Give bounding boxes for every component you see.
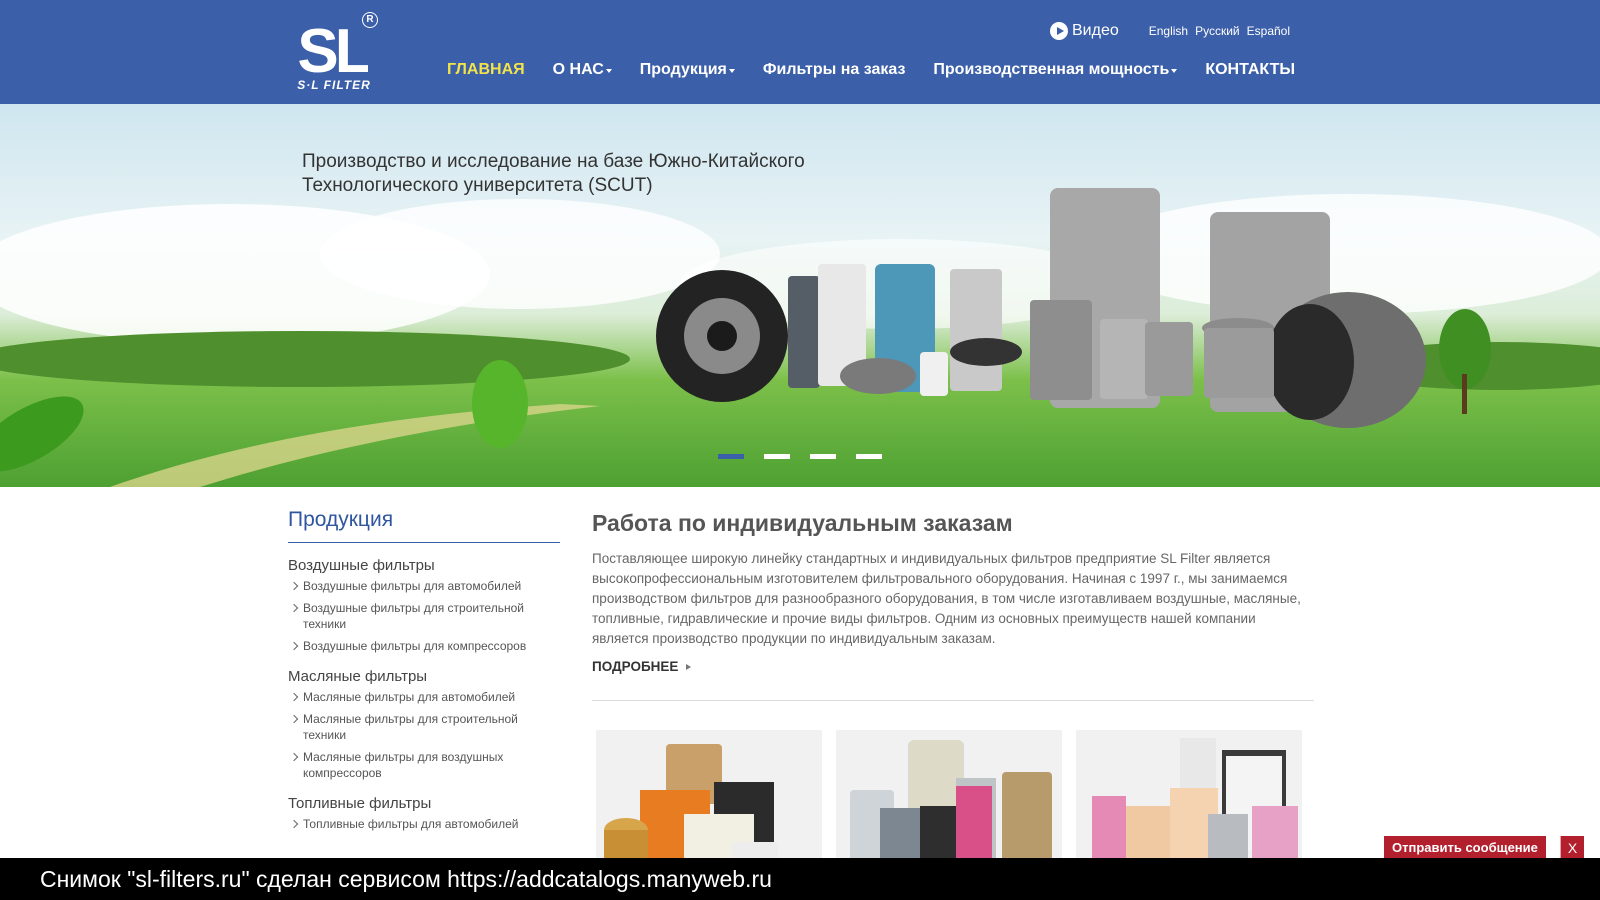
more-link-label: ПОДРОБНЕЕ [592,659,679,674]
category-fuel-filters: Топливные фильтры Топливные фильтры для … [288,795,560,832]
category-link[interactable]: Воздушные фильтры для строительной техни… [288,600,560,632]
category-air-filters: Воздушные фильтры Воздушные фильтры для … [288,557,560,654]
arrow-right-icon [686,663,692,670]
site-logo[interactable]: SL R S·L FILTER [290,12,378,92]
nav-custom-filters-label: Фильтры на заказ [762,61,906,78]
logo-text: S·L FILTER [297,78,371,92]
nav-products[interactable]: Продукция [640,61,735,79]
play-icon [1050,22,1068,40]
slider-dots [718,454,902,459]
divider [592,700,1314,701]
nav-about[interactable]: О НАС [553,61,612,79]
nav-about-label: О НАС [552,61,604,78]
page: SL R S·L FILTER Видео English Русский Es… [0,0,1600,900]
nav-contacts-label: КОНТАКТЫ [1205,61,1296,78]
nav-home-label: ГЛАВНАЯ [447,61,525,78]
video-link[interactable]: Видео [1050,22,1119,40]
nav-custom-filters[interactable]: Фильтры на заказ [763,61,906,79]
main-nav: ГЛАВНАЯ О НАС Продукция Фильтры на заказ… [447,58,1295,82]
products-sidebar: Продукция Воздушные фильтры Воздушные фи… [288,508,560,838]
nav-production-capacity-label: Производственная мощность [933,61,1170,78]
category-link[interactable]: Масляные фильтры для воздушных компрессо… [288,749,560,781]
logo-mark-icon: SL [298,17,368,78]
hero-banner[interactable]: Производство и исследование на базе Южно… [0,104,1600,487]
send-message-button[interactable]: Отправить сообщение [1384,836,1546,860]
close-button[interactable]: X [1560,836,1584,860]
slider-dot[interactable] [810,454,836,459]
site-header: SL R S·L FILTER Видео English Русский Es… [0,0,1600,104]
nav-production-capacity[interactable]: Производственная мощность [933,61,1178,79]
top-utility-bar: Видео English Русский Español [1050,20,1290,42]
slider-dot[interactable] [764,454,790,459]
hero-caption-line-1: Производство и исследование на базе Южно… [302,151,805,172]
logo-mark-text: SL [298,17,368,78]
category-title[interactable]: Воздушные фильтры [288,557,560,574]
main-content: Работа по индивидуальным заказам Поставл… [592,510,1314,701]
sidebar-title[interactable]: Продукция [288,508,560,543]
section-title: Работа по индивидуальным заказам [592,510,1013,536]
hero-caption-line-2: Технологического университета (SCUT) [302,175,653,196]
category-link[interactable]: Масляные фильтры для строительной техник… [288,711,560,743]
slider-dot[interactable] [856,454,882,459]
video-label: Видео [1072,22,1119,39]
category-title[interactable]: Топливные фильтры [288,795,560,812]
category-link[interactable]: Воздушные фильтры для компрессоров [288,638,560,654]
lang-spanish[interactable]: Español [1247,24,1290,38]
chevron-down-icon [1171,69,1178,73]
category-oil-filters: Масляные фильтры Масляные фильтры для ав… [288,668,560,781]
more-link[interactable]: ПОДРОБНЕЕ [592,659,692,674]
lang-english[interactable]: English [1149,24,1188,38]
category-link[interactable]: Масляные фильтры для автомобилей [288,689,560,705]
chevron-down-icon [728,69,735,73]
category-link[interactable]: Воздушные фильтры для автомобилей [288,578,560,594]
category-title[interactable]: Масляные фильтры [288,668,560,685]
category-link[interactable]: Топливные фильтры для автомобилей [288,816,560,832]
nav-products-label: Продукция [639,61,727,78]
section-text: Поставляющее широкую линейку стандартных… [592,551,1301,646]
slider-dot[interactable] [718,454,744,459]
hero-caption: Производство и исследование на базе Южно… [302,150,862,198]
lang-russian[interactable]: Русский [1195,24,1240,38]
registered-mark: R [362,12,378,28]
screenshot-watermark: Снимок "sl-filters.ru" сделан сервисом h… [0,858,1600,900]
nav-contacts[interactable]: КОНТАКТЫ [1205,61,1295,79]
chevron-down-icon [605,69,612,73]
nav-home[interactable]: ГЛАВНАЯ [447,61,525,79]
